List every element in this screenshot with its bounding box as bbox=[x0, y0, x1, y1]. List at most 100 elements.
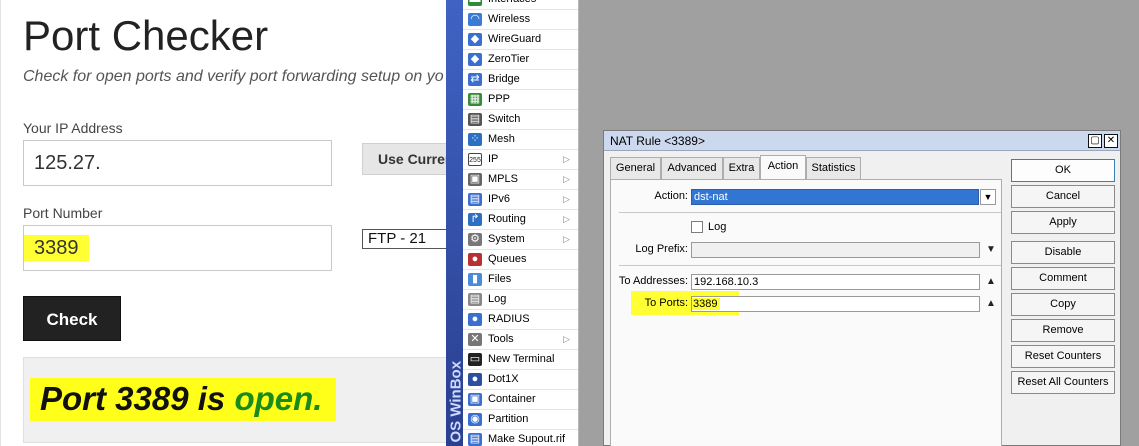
service-select[interactable]: FTP - 21 bbox=[362, 229, 446, 249]
terminal-icon: ▭ bbox=[468, 353, 482, 366]
menu-item-ip[interactable]: 255 IP ▷ bbox=[463, 150, 578, 170]
dialog-titlebar[interactable]: NAT Rule <3389> ▢ ✕ bbox=[604, 131, 1120, 151]
remove-button[interactable]: Remove bbox=[1011, 319, 1115, 342]
menu-item-interfaces[interactable]: ▬ Interfaces bbox=[463, 0, 578, 10]
menu-item-label: ZeroTier bbox=[488, 53, 530, 65]
menu-item-log[interactable]: ▤ Log bbox=[463, 290, 578, 310]
menu-item-container[interactable]: ▣ Container bbox=[463, 390, 578, 410]
port-number-input[interactable]: 3389 bbox=[23, 225, 332, 271]
action-tab-panel: Action: dst-nat ▼ Log Log Prefix: ▼ To A… bbox=[610, 179, 1002, 446]
submenu-arrow-icon: ▷ bbox=[563, 194, 570, 204]
copy-button[interactable]: Copy bbox=[1011, 293, 1115, 316]
menu-item-label: Tools bbox=[488, 333, 514, 345]
menu-item-label: Routing bbox=[488, 213, 526, 225]
log-checkbox[interactable] bbox=[691, 221, 703, 233]
ip-address-input[interactable]: 125.27. bbox=[23, 140, 332, 186]
menu-item-files[interactable]: ▮ Files bbox=[463, 270, 578, 290]
apply-button[interactable]: Apply bbox=[1011, 211, 1115, 234]
disable-button[interactable]: Disable bbox=[1011, 241, 1115, 264]
winbox-side-label: OS WinBox bbox=[447, 360, 464, 443]
use-current-ip-button[interactable]: Use Curren bbox=[362, 143, 446, 175]
dialog-title: NAT Rule <3389> bbox=[610, 134, 705, 148]
menu-item-label: Container bbox=[488, 393, 536, 405]
check-button[interactable]: Check bbox=[23, 296, 121, 341]
menu-item-radius[interactable]: ● RADIUS bbox=[463, 310, 578, 330]
submenu-arrow-icon: ▷ bbox=[563, 214, 570, 224]
maximize-icon[interactable]: ▢ bbox=[1088, 134, 1102, 148]
ipv6-icon: ▤ bbox=[468, 193, 482, 206]
mesh-icon: ⁘ bbox=[468, 133, 482, 146]
menu-item-tools[interactable]: ✕ Tools ▷ bbox=[463, 330, 578, 350]
menu-item-zerotier[interactable]: ◆ ZeroTier bbox=[463, 50, 578, 70]
tab-extra[interactable]: Extra bbox=[723, 157, 760, 179]
menu-item-label: Queues bbox=[488, 253, 527, 265]
menu-item-label: PPP bbox=[488, 93, 511, 105]
wireless-icon: ◠ bbox=[468, 13, 482, 26]
tab-statistics[interactable]: Statistics bbox=[806, 157, 861, 179]
result-status: open. bbox=[234, 380, 323, 417]
log-icon: ▤ bbox=[468, 293, 482, 306]
to-addresses-collapse-icon[interactable]: ▲ bbox=[986, 276, 996, 287]
port-number-value: 3389 bbox=[24, 235, 89, 261]
menu-item-label: WireGuard bbox=[488, 33, 542, 45]
log-label: Log bbox=[708, 221, 727, 233]
menu-item-routing[interactable]: ↱ Routing ▷ bbox=[463, 210, 578, 230]
menu-item-label: Switch bbox=[488, 113, 521, 125]
result-prefix: Port 3389 is bbox=[40, 380, 235, 417]
action-dropdown-icon[interactable]: ▼ bbox=[980, 189, 996, 205]
menu-item-switch[interactable]: ▤ Switch bbox=[463, 110, 578, 130]
menu-item-wireless[interactable]: ◠ Wireless bbox=[463, 10, 578, 30]
action-select[interactable]: dst-nat bbox=[691, 189, 979, 205]
routing-icon: ↱ bbox=[468, 213, 482, 226]
ip-icon: 255 bbox=[468, 153, 482, 166]
close-icon[interactable]: ✕ bbox=[1104, 134, 1118, 148]
to-ports-collapse-icon[interactable]: ▲ bbox=[986, 298, 996, 309]
action-label: Action: bbox=[654, 190, 688, 202]
menu-item-mesh[interactable]: ⁘ Mesh bbox=[463, 130, 578, 150]
reset-counters-button[interactable]: Reset Counters bbox=[1011, 345, 1115, 368]
menu-item-ipv6[interactable]: ▤ IPv6 ▷ bbox=[463, 190, 578, 210]
menu-item-label: RADIUS bbox=[488, 313, 530, 325]
menu-item-make-supout-rif[interactable]: ▤ Make Supout.rif bbox=[463, 430, 578, 446]
files-icon: ▮ bbox=[468, 273, 482, 286]
ok-button[interactable]: OK bbox=[1011, 159, 1115, 182]
menu-item-label: Wireless bbox=[488, 13, 531, 25]
comment-button[interactable]: Comment bbox=[1011, 267, 1115, 290]
tab-action[interactable]: Action bbox=[760, 155, 806, 180]
supout-icon: ▤ bbox=[468, 433, 482, 446]
menu-item-wireguard[interactable]: ◆ WireGuard bbox=[463, 30, 578, 50]
cancel-button[interactable]: Cancel bbox=[1011, 185, 1115, 208]
tools-icon: ✕ bbox=[468, 333, 482, 346]
menu-item-dot1x[interactable]: ● Dot1X bbox=[463, 370, 578, 390]
log-prefix-dropdown-icon[interactable]: ▼ bbox=[986, 244, 996, 255]
radius-icon: ● bbox=[468, 313, 482, 326]
log-prefix-label: Log Prefix: bbox=[635, 243, 688, 255]
reset-all-counters-button[interactable]: Reset All Counters bbox=[1011, 371, 1115, 394]
container-icon: ▣ bbox=[468, 393, 482, 406]
to-ports-input[interactable]: 3389 bbox=[691, 296, 980, 312]
queues-icon: ● bbox=[468, 253, 482, 266]
result-panel: Port 3389 is open. bbox=[23, 357, 446, 443]
tab-general[interactable]: General bbox=[610, 157, 661, 179]
menu-item-mpls[interactable]: ▣ MPLS ▷ bbox=[463, 170, 578, 190]
submenu-arrow-icon: ▷ bbox=[563, 234, 570, 244]
menu-item-label: Partition bbox=[488, 413, 529, 425]
to-ports-value: 3389 bbox=[692, 298, 721, 310]
mpls-icon: ▣ bbox=[468, 173, 482, 186]
to-addresses-input[interactable]: 192.168.10.3 bbox=[691, 274, 980, 290]
menu-item-partition[interactable]: ◉ Partition bbox=[463, 410, 578, 430]
menu-item-ppp[interactable]: ▦ PPP bbox=[463, 90, 578, 110]
log-prefix-input[interactable] bbox=[691, 242, 980, 258]
nat-rule-dialog: NAT Rule <3389> ▢ ✕ General Advanced Ext… bbox=[603, 130, 1121, 446]
menu-item-queues[interactable]: ● Queues bbox=[463, 250, 578, 270]
menu-item-label: Dot1X bbox=[488, 373, 519, 385]
menu-item-new-terminal[interactable]: ▭ New Terminal bbox=[463, 350, 578, 370]
to-ports-label: To Ports: bbox=[644, 297, 688, 309]
wireguard-icon: ◆ bbox=[468, 33, 482, 46]
menu-item-label: IPv6 bbox=[488, 193, 511, 205]
menu-item-system[interactable]: ⚙ System ▷ bbox=[463, 230, 578, 250]
dot1x-icon: ● bbox=[468, 373, 482, 386]
submenu-arrow-icon: ▷ bbox=[563, 154, 570, 164]
menu-item-bridge[interactable]: ⇄ Bridge bbox=[463, 70, 578, 90]
tab-advanced[interactable]: Advanced bbox=[661, 157, 723, 179]
